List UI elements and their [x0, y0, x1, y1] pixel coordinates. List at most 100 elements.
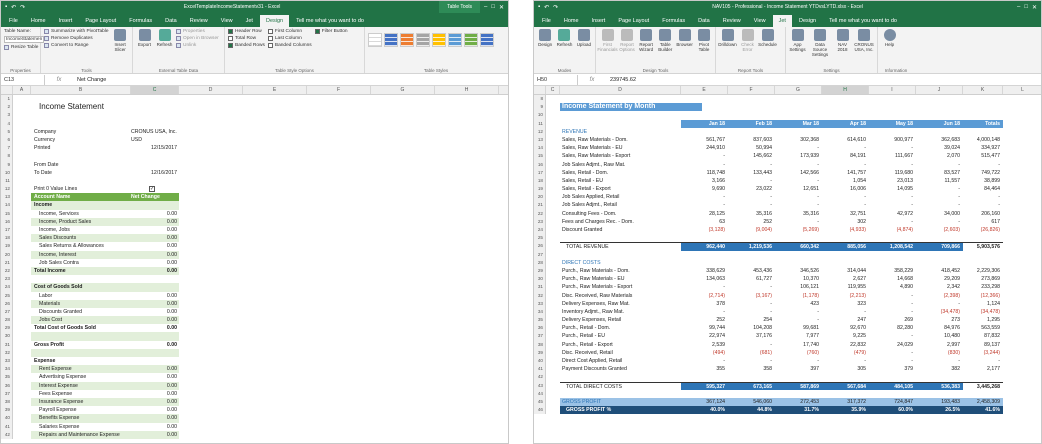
cell-account-name[interactable]: [31, 177, 131, 185]
cell-month-value[interactable]: 2,627: [822, 275, 869, 283]
cell-month-value[interactable]: 4,890: [869, 283, 916, 291]
cell-month-value[interactable]: -: [728, 177, 775, 185]
cell-month-value[interactable]: 2,997: [916, 341, 963, 349]
cell-account-name[interactable]: Cost of Goods Sold: [31, 283, 131, 292]
cell-a[interactable]: [13, 242, 31, 250]
cell-value[interactable]: 0.00: [131, 226, 179, 234]
cell-a[interactable]: [13, 226, 31, 234]
cell-account-name[interactable]: [560, 251, 681, 259]
cell-month-value[interactable]: -: [728, 193, 775, 201]
cell-month-value[interactable]: -: [681, 357, 728, 365]
cell-total[interactable]: 89,137: [963, 341, 1003, 349]
cell-a[interactable]: [13, 316, 31, 324]
cell-month-value[interactable]: 106,121: [775, 283, 822, 291]
cell-month-value[interactable]: [916, 373, 963, 381]
column-header-c[interactable]: C: [131, 86, 179, 94]
cell-month-value[interactable]: -: [775, 218, 822, 226]
row-number[interactable]: 2: [1, 103, 13, 112]
cell-month-value[interactable]: [869, 373, 916, 381]
tab-jet[interactable]: Jet: [240, 15, 259, 27]
cell-month-value[interactable]: -: [822, 308, 869, 316]
row-number[interactable]: 11: [534, 119, 546, 128]
cell-month-value[interactable]: [775, 234, 822, 242]
cell-a[interactable]: [13, 275, 31, 283]
row-number[interactable]: 41: [1, 422, 13, 431]
cell-month-value[interactable]: 22,974: [681, 332, 728, 340]
cell-account-name[interactable]: Discount Granted: [560, 226, 681, 234]
cell-account-name[interactable]: Purch., Retail - EU: [560, 332, 681, 340]
cell-month-value[interactable]: -: [728, 300, 775, 308]
cell-month-value[interactable]: -: [869, 300, 916, 308]
cell-c[interactable]: [546, 357, 560, 365]
cell-month-value[interactable]: -: [916, 300, 963, 308]
row-number[interactable]: 29: [534, 266, 546, 276]
schedule-button[interactable]: Schedule: [758, 29, 777, 47]
cell-account-name[interactable]: Advertising Expense: [31, 373, 131, 381]
row-number[interactable]: 10: [534, 111, 546, 120]
insert-slicer-button[interactable]: Insert Slicer: [112, 29, 129, 52]
cell-month-value[interactable]: 1,208,542: [869, 242, 916, 251]
cell-c[interactable]: [546, 169, 560, 177]
cell-month-value[interactable]: -: [869, 193, 916, 201]
cell-month-value[interactable]: 34,000: [916, 210, 963, 218]
row-number[interactable]: 46: [534, 406, 546, 415]
row-header-corner[interactable]: [534, 86, 546, 94]
table-style-swatch[interactable]: [368, 33, 382, 47]
cell-month-value[interactable]: [869, 234, 916, 242]
row-number[interactable]: 10: [1, 168, 13, 177]
cell-month-value[interactable]: 269: [869, 316, 916, 324]
cell-total[interactable]: 2,177: [963, 365, 1003, 373]
cell-month-value[interactable]: [822, 390, 869, 398]
cell-month-value[interactable]: 247: [822, 316, 869, 324]
row-number[interactable]: 42: [1, 430, 13, 439]
cell-total[interactable]: 563,559: [963, 324, 1003, 332]
cell-month-value[interactable]: [916, 128, 963, 136]
right-formula-input[interactable]: 239745.62: [606, 75, 1041, 85]
cell-month-value[interactable]: [728, 128, 775, 136]
cell-c[interactable]: [546, 300, 560, 308]
cell-month-value[interactable]: 134,063: [681, 275, 728, 283]
cell-c[interactable]: [546, 390, 560, 398]
cell-month-value[interactable]: 367,124: [681, 397, 728, 407]
tab-data[interactable]: Data: [692, 15, 716, 27]
cell-value[interactable]: 0.00: [131, 397, 179, 407]
cell-account-name[interactable]: Fees Expense: [31, 390, 131, 398]
cell-month-value[interactable]: 323: [822, 300, 869, 308]
cell-total[interactable]: -: [963, 357, 1003, 365]
cell-month-value[interactable]: [822, 373, 869, 381]
open-browser-button[interactable]: Open in Browser: [176, 36, 219, 41]
cell-month-value[interactable]: 1,054: [822, 177, 869, 185]
cell-month-value[interactable]: (2,603): [916, 226, 963, 234]
cell-a[interactable]: [13, 292, 31, 300]
cell-month-value[interactable]: [822, 234, 869, 242]
convert-range-button[interactable]: Convert to Range: [44, 43, 109, 48]
cell-month-value[interactable]: -: [775, 193, 822, 201]
cell-value[interactable]: 0.00: [131, 430, 179, 439]
cell-month-value[interactable]: 567,684: [822, 381, 869, 390]
row-number[interactable]: 8: [534, 95, 546, 104]
cell-month-value[interactable]: (4,933): [822, 226, 869, 234]
cell-month-value[interactable]: Mar 18: [775, 119, 822, 128]
cell-month-value[interactable]: -: [775, 308, 822, 316]
cell-month-value[interactable]: 82,280: [869, 324, 916, 332]
cell-account-name[interactable]: Currency: [31, 136, 131, 144]
row-number[interactable]: 25: [534, 234, 546, 243]
cell-month-value[interactable]: [775, 373, 822, 381]
cell-month-value[interactable]: -: [869, 308, 916, 316]
cell-month-value[interactable]: -: [775, 161, 822, 169]
cell-account-name[interactable]: Sales Returns & Allowances: [31, 242, 131, 250]
row-number[interactable]: 38: [534, 340, 546, 349]
cell-value[interactable]: 0.00: [131, 414, 179, 423]
cell-month-value[interactable]: Jun 18: [916, 119, 963, 128]
cell-month-value[interactable]: 24,029: [869, 341, 916, 349]
cell-month-value[interactable]: 118,748: [681, 169, 728, 177]
column-header-f[interactable]: F: [728, 86, 775, 94]
cell-account-name[interactable]: [560, 120, 681, 128]
left-formula-input[interactable]: Net Change: [73, 75, 508, 85]
row-number[interactable]: 27: [534, 250, 546, 259]
cell-month-value[interactable]: [775, 259, 822, 267]
row-number[interactable]: 24: [1, 283, 13, 292]
cell-a[interactable]: [13, 210, 31, 218]
cell-month-value[interactable]: [822, 259, 869, 267]
save-icon[interactable]: ▪: [5, 4, 7, 10]
